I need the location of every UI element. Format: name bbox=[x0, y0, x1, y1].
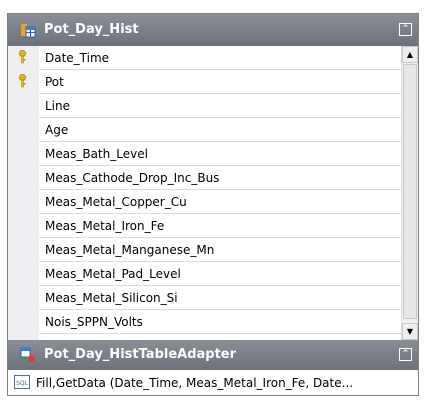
table-header[interactable]: Pot_Day_Hist ⌃ bbox=[8, 14, 418, 46]
column-row[interactable]: Meas_Metal_Manganese_Mn bbox=[39, 238, 401, 262]
column-row[interactable]: Meas_Cathode_Drop_Inc_Bus bbox=[39, 166, 401, 190]
column-name: Meas_Metal_Manganese_Mn bbox=[45, 243, 215, 257]
column-name: Meas_Cathode_Drop_Inc_Bus bbox=[45, 171, 220, 185]
row-gutter bbox=[8, 46, 39, 340]
datatable-icon bbox=[21, 24, 36, 38]
column-row[interactable]: Age bbox=[39, 118, 401, 142]
scroll-up-button[interactable]: ▲ bbox=[402, 46, 418, 63]
column-list: Date_Time Pot Line Age Meas_Bath_Level Meas_C… bbox=[8, 46, 418, 340]
column-name: Date_Time bbox=[45, 51, 110, 65]
adapter-query-text: Fill,GetData (Date_Time, Meas_Metal_Iron… bbox=[36, 376, 354, 390]
column-row[interactable]: Meas_Metal_Copper_Cu bbox=[39, 190, 401, 214]
dataset-designer-table[interactable]: Pot_Day_Hist ⌃ Date_Time Pot Line Age Meas_B… bbox=[7, 13, 419, 396]
table-adapter-icon bbox=[20, 347, 35, 362]
svg-text:SQL: SQL bbox=[16, 380, 29, 387]
column-name: Meas_Metal_Iron_Fe bbox=[45, 219, 165, 233]
column-name: Meas_Metal_Copper_Cu bbox=[45, 195, 187, 209]
collapse-chevrons-icon[interactable]: ⌃ bbox=[399, 348, 412, 361]
sql-query-icon: SQL bbox=[14, 375, 30, 389]
column-name: Meas_Metal_Silicon_Si bbox=[45, 291, 178, 305]
column-name: Line bbox=[45, 99, 71, 113]
adapter-query-row[interactable]: SQL Fill,GetData (Date_Time, Meas_Metal_… bbox=[8, 370, 418, 395]
column-row[interactable]: Meas_Metal_Iron_Fe bbox=[39, 214, 401, 238]
column-name: Meas_Metal_Pad_Level bbox=[45, 267, 181, 281]
column-name: Nois_SPPN_Volts bbox=[45, 315, 143, 329]
adapter-title: Pot_Day_HistTableAdapter bbox=[44, 347, 237, 362]
table-title: Pot_Day_Hist bbox=[44, 22, 139, 37]
column-row[interactable]: Nois_SPPN_Volts bbox=[39, 310, 401, 334]
column-row[interactable]: Meas_Metal_Pad_Level bbox=[39, 262, 401, 286]
column-name: Meas_Bath_Level bbox=[45, 147, 148, 161]
column-name: Age bbox=[45, 123, 69, 137]
primary-key-icon bbox=[19, 74, 26, 88]
vertical-scrollbar[interactable]: ▲ ▼ bbox=[401, 46, 418, 340]
scroll-thumb[interactable] bbox=[403, 64, 417, 319]
column-row[interactable]: Line bbox=[39, 94, 401, 118]
column-row[interactable]: Pot bbox=[39, 70, 401, 94]
collapse-chevrons-icon[interactable]: ⌃ bbox=[399, 23, 412, 36]
column-row[interactable]: Meas_Metal_Silicon_Si bbox=[39, 286, 401, 310]
primary-key-icon bbox=[19, 50, 26, 64]
scroll-down-button[interactable]: ▼ bbox=[402, 323, 418, 340]
column-row[interactable]: Meas_Bath_Level bbox=[39, 142, 401, 166]
table-adapter-header[interactable]: Pot_Day_HistTableAdapter ⌃ bbox=[8, 340, 418, 370]
column-row[interactable]: Date_Time bbox=[39, 46, 401, 70]
column-name: Pot bbox=[45, 75, 64, 89]
